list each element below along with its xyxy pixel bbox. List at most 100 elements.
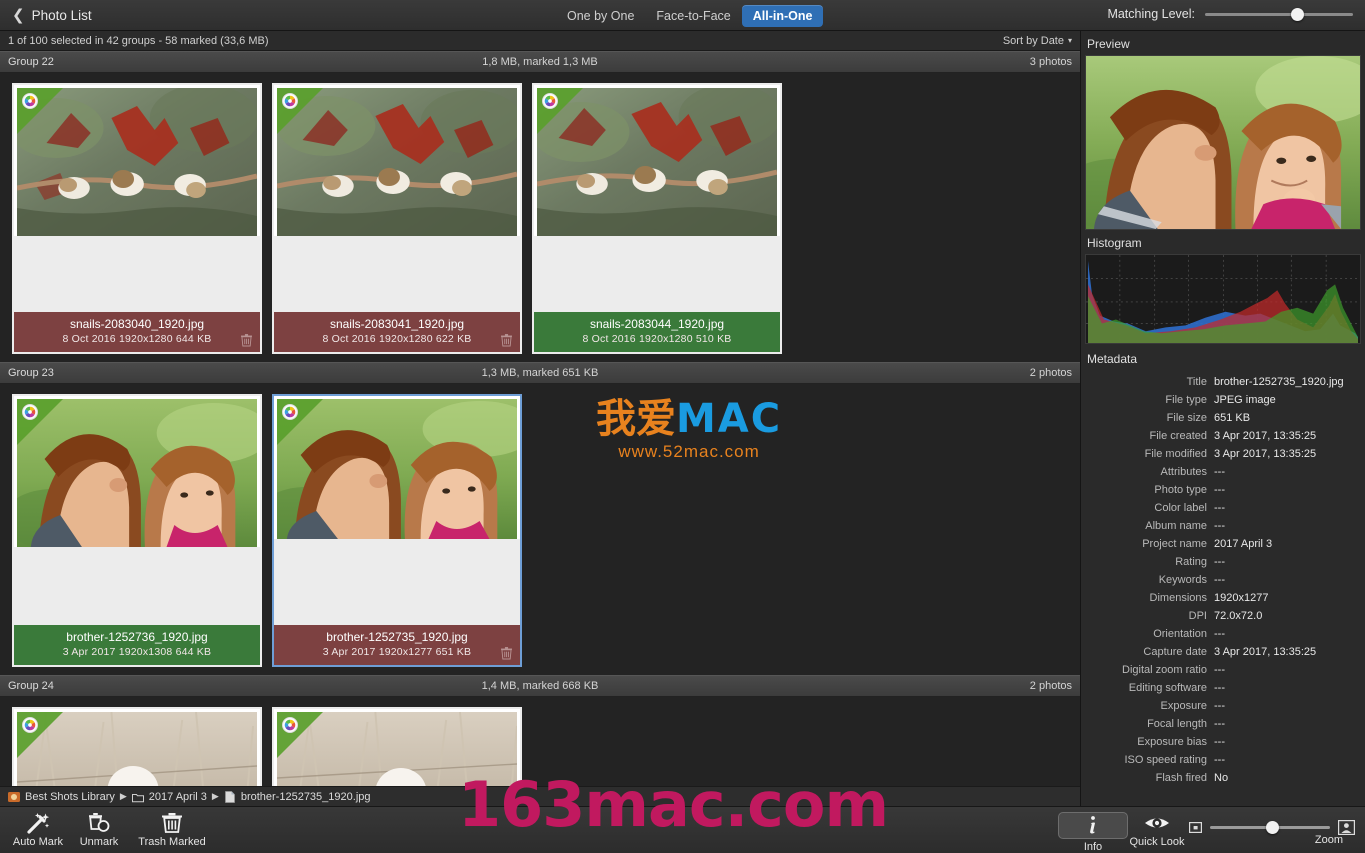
metadata-key: Title [1081,373,1214,391]
metadata-section-title: Metadata [1081,344,1365,370]
zoom-label: Zoom [1315,834,1343,846]
metadata-key: Keywords [1081,571,1214,589]
photo-thumbnail[interactable] [277,712,517,786]
photo-thumbnail[interactable] [17,712,257,786]
metadata-key: Exposure [1081,697,1214,715]
photo-tile[interactable]: snails-2083040_1920.jpg 8 Oct 2016 1920x… [12,83,262,354]
inspector-panel: Preview [1080,31,1365,806]
photo-tile[interactable]: brother-1252736_1920.jpg 3 Apr 2017 1920… [12,394,262,667]
photo-frame [274,709,520,786]
group-photo-count: 3 photos [1030,56,1072,68]
photo-filename: snails-2083040_1920.jpg [20,316,254,332]
kids-thumbnail-image [17,399,257,547]
photo-frame [274,396,520,539]
photo-tile[interactable] [12,707,262,786]
metadata-row: Orientation--- [1081,625,1359,643]
metadata-value: 3 Apr 2017, 13:35:25 [1214,445,1316,463]
metadata-value: 72.0x72.0 [1214,607,1262,625]
metadata-value: --- [1214,553,1225,571]
tab-all-in-one[interactable]: All-in-One [742,5,824,27]
zoom-control [1189,820,1355,835]
metadata-row: Project name2017 April 3 [1081,535,1359,553]
photo-thumbnail[interactable] [17,399,257,547]
photo-meta: 8 Oct 2016 1920x1280 644 KB [20,332,254,346]
sort-by-label: Sort by Date [1003,35,1064,47]
matching-level-slider-knob[interactable] [1291,8,1304,21]
photo-thumbnail[interactable] [17,88,257,236]
metadata-key: Album name [1081,517,1214,535]
matching-level-slider[interactable] [1205,13,1353,16]
preview-section-title: Preview [1081,31,1365,55]
photo-grid[interactable]: Group 22 1,8 MB, marked 1,3 MB 3 photos [0,51,1080,786]
unmark-label: Unmark [63,836,135,848]
matching-level-label: Matching Level: [1107,7,1195,21]
photo-tile[interactable] [272,707,522,786]
metadata-value: --- [1214,751,1225,769]
photo-tile-footer: brother-1252736_1920.jpg 3 Apr 2017 1920… [14,625,260,665]
photo-meta: 3 Apr 2017 1920x1308 644 KB [20,645,254,659]
metadata-row: Album name--- [1081,517,1359,535]
group-header: Group 23 1,3 MB, marked 651 KB 2 photos [0,362,1080,384]
photo-tile[interactable]: snails-2083044_1920.jpg 8 Oct 2016 1920x… [532,83,782,354]
winter-thumbnail-image [277,712,517,786]
eye-icon [1122,812,1192,834]
metadata-list: Titlebrother-1252735_1920.jpg File typeJ… [1081,373,1365,787]
photo-frame [14,709,260,786]
winter-thumbnail-image [17,712,257,786]
metadata-value: --- [1214,661,1225,679]
metadata-key: Rating [1081,553,1214,571]
tab-face-to-face[interactable]: Face-to-Face [645,5,741,27]
matching-level-control: Matching Level: [1107,7,1353,21]
view-mode-segmented-control[interactable]: One by One Face-to-Face All-in-One [556,4,823,27]
metadata-value: JPEG image [1214,391,1276,409]
metadata-key: File size [1081,409,1214,427]
breadcrumb-folder[interactable]: 2017 April 3 [149,791,207,803]
metadata-key: File created [1081,427,1214,445]
sort-by-dropdown[interactable]: Sort by Date ▾ [1003,35,1072,47]
metadata-row: ISO speed rating--- [1081,751,1359,769]
photo-thumbnail[interactable] [277,399,517,539]
metadata-key: Flash fired [1081,769,1214,787]
snails-thumbnail-image [277,88,517,236]
metadata-value: 3 Apr 2017, 13:35:25 [1214,427,1316,445]
metadata-key: Orientation [1081,625,1214,643]
photo-meta: 8 Oct 2016 1920x1280 622 KB [280,332,514,346]
metadata-value: --- [1214,715,1225,733]
metadata-key: File modified [1081,445,1214,463]
group-size: 1,4 MB, marked 668 KB [0,680,1080,692]
breadcrumb-file[interactable]: brother-1252735_1920.jpg [241,791,371,803]
zoom-slider[interactable] [1210,826,1330,829]
metadata-value: 3 Apr 2017, 13:35:25 [1214,643,1316,661]
metadata-key: Capture date [1081,643,1214,661]
quick-look-button[interactable]: Quick Look [1122,812,1192,848]
tab-one-by-one[interactable]: One by One [556,5,645,27]
photo-tile[interactable]: snails-2083041_1920.jpg 8 Oct 2016 1920x… [272,83,522,354]
trash-icon[interactable] [501,334,512,347]
photo-thumbnail[interactable] [277,88,517,236]
back-to-photo-list-button[interactable]: ❮ Photo List [12,8,92,23]
breadcrumb-library[interactable]: Best Shots Library [25,791,115,803]
zoom-slider-knob[interactable] [1266,821,1279,834]
large-thumbnail-icon[interactable] [1338,820,1355,835]
info-button[interactable]: Info [1058,812,1128,853]
trash-icon[interactable] [241,334,252,347]
info-icon [1059,814,1127,836]
breadcrumb: Best Shots Library ▶ 2017 April 3 ▶ brot… [0,786,1080,806]
metadata-key: Attributes [1081,463,1214,481]
metadata-value: 651 KB [1214,409,1250,427]
unmark-button[interactable]: Unmark [63,812,135,848]
tile-filler [274,539,520,625]
group-header: Group 24 1,4 MB, marked 668 KB 2 photos [0,675,1080,697]
photo-tile-selected[interactable]: brother-1252735_1920.jpg 3 Apr 2017 1920… [272,394,522,667]
trash-icon[interactable] [501,647,512,660]
metadata-row: File size651 KB [1081,409,1359,427]
metadata-value: --- [1214,733,1225,751]
group-photos: brother-1252736_1920.jpg 3 Apr 2017 1920… [0,384,1080,675]
preview-image [1085,55,1361,230]
group-size: 1,3 MB, marked 651 KB [0,367,1080,379]
trash-marked-button[interactable]: Trash Marked [131,812,213,848]
group-photo-count: 2 photos [1030,367,1072,379]
small-thumbnail-icon[interactable] [1189,821,1202,834]
photo-thumbnail[interactable] [537,88,777,236]
group-header: Group 22 1,8 MB, marked 1,3 MB 3 photos [0,51,1080,73]
